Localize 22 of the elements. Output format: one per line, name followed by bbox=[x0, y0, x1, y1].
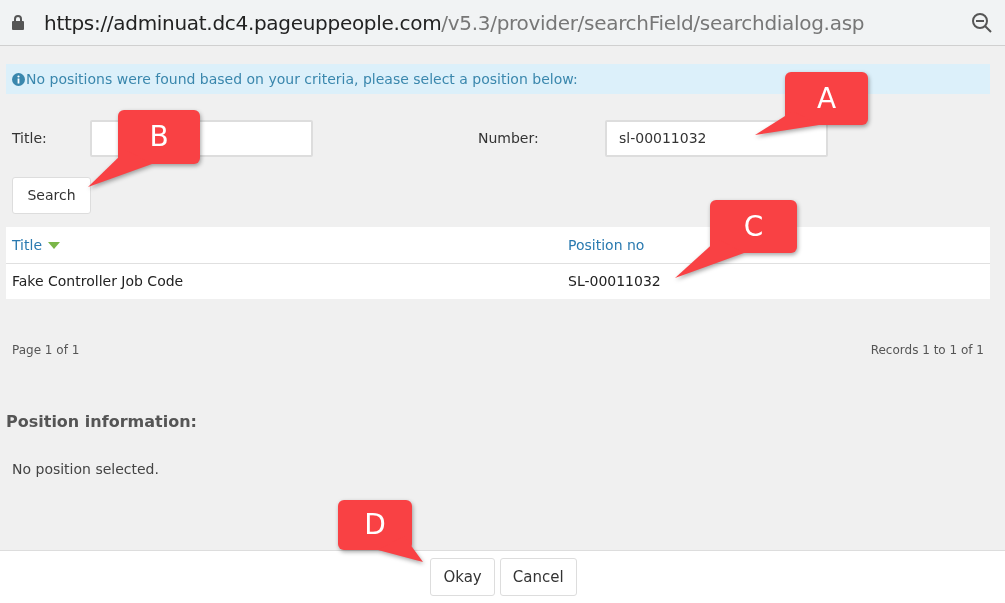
callout-tooltip: D bbox=[338, 500, 424, 562]
url-text[interactable]: https://adminuat.dc4.pageuppeople.com/v5.3/provider/searchField/searchdialog.asp bbox=[44, 7, 865, 38]
page-indicator: Page 1 of 1 bbox=[12, 342, 80, 359]
position-status: No position selected. bbox=[12, 460, 160, 479]
callout-tooltip: A bbox=[755, 72, 868, 135]
search-button[interactable]: Search bbox=[12, 177, 91, 214]
info-icon bbox=[12, 72, 25, 86]
field-label: Title: bbox=[12, 128, 48, 148]
callout-tooltip: B bbox=[88, 110, 200, 187]
column-header[interactable]: Title bbox=[6, 234, 562, 256]
cancel-button[interactable]: Cancel bbox=[499, 558, 577, 596]
section-heading: Position information: bbox=[6, 411, 198, 433]
number-input[interactable]: sl-00011032 bbox=[605, 119, 828, 157]
field-label: Number: bbox=[478, 128, 540, 148]
table-cell-text: SL-00011032 bbox=[567, 272, 662, 291]
info-message: No positions were found based on your criteria, please select a position below: bbox=[26, 69, 578, 89]
callout-tooltip: C bbox=[675, 200, 797, 278]
table-cell-text: Fake Controller Job Code bbox=[11, 272, 185, 291]
okay-button[interactable]: Okay bbox=[430, 558, 495, 596]
zoom-out-icon[interactable] bbox=[971, 11, 993, 34]
records-count: Records 1 to 1 of 1 bbox=[870, 342, 984, 359]
lock-icon bbox=[12, 15, 24, 30]
